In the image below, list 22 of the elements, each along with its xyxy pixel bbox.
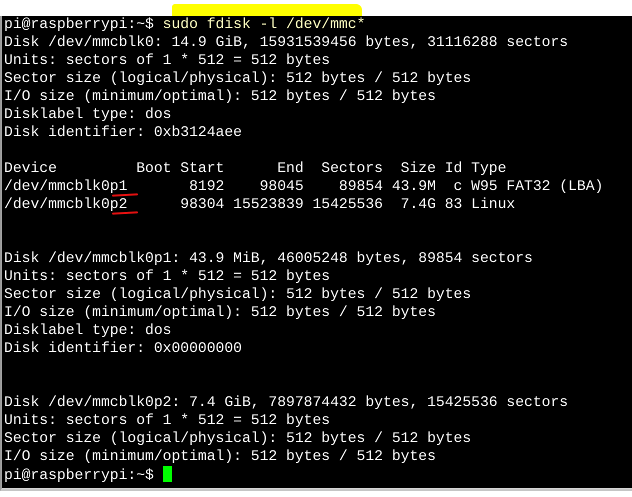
output-line: I/O size (minimum/optimal): 512 bytes / 512 bytes	[4, 89, 436, 105]
shell-prompt: pi@raspberrypi:~$	[4, 468, 155, 484]
output-line: Units: sectors of 1 * 512 = 512 bytes	[4, 413, 330, 429]
output-line: Disklabel type: dos	[4, 107, 172, 123]
output-line: Disk /dev/mmcblk0: 14.9 GiB, 15931539456 bytes, 31116288 sectors	[4, 35, 568, 51]
output-line: Disklabel type: dos	[4, 323, 172, 339]
shell-prompt: pi@raspberrypi:~$	[4, 17, 155, 33]
output-line: I/O size (minimum/optimal): 512 bytes / 512 bytes	[4, 449, 436, 465]
output-line: /dev/mmcblk0p1 8192 98045 89854 43.9M c W95 FAT32 (LBA)	[4, 179, 604, 195]
output-line: Sector size (logical/physical): 512 bytes / 512 bytes	[4, 431, 472, 447]
output-line: Device Boot Start End Sectors Size Id Type	[4, 161, 506, 177]
output-line: Disk identifier: 0x00000000	[4, 341, 242, 357]
output-line: Disk identifier: 0xb3124aee	[4, 125, 242, 141]
output-line: Units: sectors of 1 * 512 = 512 bytes	[4, 269, 330, 285]
output-line: Disk /dev/mmcblk0p2: 7.4 GiB, 7897874432 bytes, 15425536 sectors	[4, 395, 568, 411]
output-line: Disk /dev/mmcblk0p1: 43.9 MiB, 46005248 bytes, 89854 sectors	[4, 251, 533, 267]
output-line: Units: sectors of 1 * 512 = 512 bytes	[4, 53, 330, 69]
output-line: /dev/mmcblk0p2 98304 15523839 15425536 7.4G 83 Linux	[4, 197, 516, 213]
output-line: Sector size (logical/physical): 512 bytes / 512 bytes	[4, 71, 472, 87]
command-text: sudo fdisk -l /dev/mmc*	[162, 17, 366, 33]
output-line: Sector size (logical/physical): 512 bytes / 512 bytes	[4, 287, 472, 303]
output-line: I/O size (minimum/optimal): 512 bytes / 512 bytes	[4, 305, 436, 321]
